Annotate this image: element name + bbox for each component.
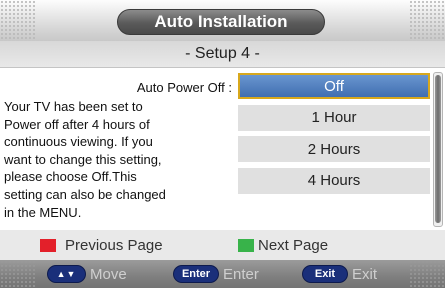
help-text: Your TV has been set to Power off after … — [4, 98, 219, 221]
exit-hint: Exit Exit — [302, 265, 377, 283]
help-line: in the MENU. — [4, 204, 82, 220]
footer-grip-right — [409, 260, 445, 288]
title-grip-right — [409, 0, 445, 41]
footer-grip-left — [0, 260, 36, 288]
page-navigation: Previous Page Next Page — [0, 230, 445, 260]
option-off[interactable]: Off — [238, 73, 430, 99]
option-2-hours[interactable]: 2 Hours — [238, 136, 430, 163]
auto-installation-dialog: Auto Installation - Setup 4 - Auto Power… — [0, 0, 445, 288]
scrollbar-thumb[interactable] — [435, 75, 441, 223]
enter-hint: Enter Enter — [173, 265, 259, 283]
help-line: want to change this setting, — [4, 151, 162, 167]
red-key-icon — [40, 239, 56, 252]
move-hint: ▲▼ Move — [47, 265, 127, 283]
previous-page-button[interactable]: Previous Page — [40, 237, 163, 254]
help-line: setting can also be changed — [4, 186, 166, 202]
title-grip-left — [0, 0, 36, 41]
help-line: continuous viewing. If you — [4, 134, 153, 150]
option-1-hour[interactable]: 1 Hour — [238, 104, 430, 131]
exit-key-badge: Exit — [302, 265, 348, 283]
next-page-button[interactable]: Next Page — [238, 237, 328, 254]
next-page-label: Next Page — [258, 237, 329, 254]
green-key-icon — [238, 239, 254, 252]
previous-page-label: Previous Page — [65, 237, 163, 254]
enter-hint-label: Enter — [223, 265, 259, 283]
option-4-hours[interactable]: 4 Hours — [238, 167, 430, 194]
enter-key-badge: Enter — [173, 265, 219, 283]
help-line: Your TV has been set to — [4, 99, 143, 114]
exit-hint-label: Exit — [352, 265, 378, 283]
up-down-arrows-icon: ▲▼ — [47, 265, 86, 283]
dialog-title: Auto Installation — [117, 9, 325, 35]
help-line: Power off after 4 hours of — [4, 116, 150, 132]
options-scrollbar[interactable] — [433, 72, 443, 227]
title-bar: Auto Installation — [0, 0, 445, 41]
auto-power-off-label: Auto Power Off : — [136, 80, 232, 95]
footer-key-hints: ▲▼ Move Enter Enter Exit Exit — [0, 260, 445, 288]
help-line: please choose Off.This — [4, 169, 137, 185]
power-off-options-list: Off 1 Hour 2 Hours 4 Hours — [238, 73, 430, 199]
move-hint-label: Move — [90, 265, 127, 283]
content-panel: Auto Power Off : Your TV has been set to… — [0, 68, 445, 230]
step-subtitle: - Setup 4 - — [0, 41, 445, 68]
